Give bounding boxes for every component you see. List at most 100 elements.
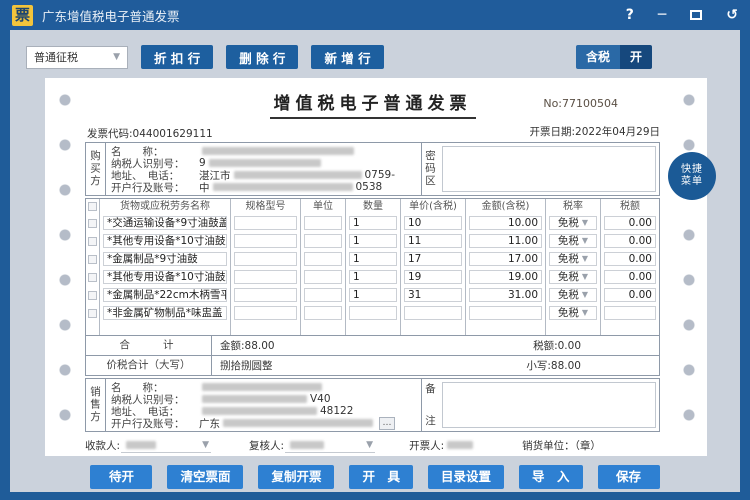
item-price-input[interactable]: 31 <box>404 288 462 302</box>
item-tax-input[interactable] <box>604 306 656 320</box>
clear-invoice-button[interactable]: 清空票面 <box>167 465 243 489</box>
chevron-down-icon: ▼ <box>366 440 373 450</box>
delete-row-button[interactable]: 删 除 行 <box>226 45 298 69</box>
reviewer-select[interactable]: ▼ <box>285 438 375 453</box>
item-spec-input[interactable] <box>234 252 297 266</box>
item-unit-input[interactable] <box>304 270 342 284</box>
item-price-input[interactable]: 19 <box>404 270 462 284</box>
item-amount-input[interactable]: 19.00 <box>469 270 542 284</box>
item-unit-input[interactable] <box>304 252 342 266</box>
restore-icon[interactable] <box>690 10 702 20</box>
browse-button[interactable]: … <box>379 417 395 430</box>
item-tax-input[interactable]: 0.00 <box>604 270 656 284</box>
item-spec-input[interactable] <box>234 288 297 302</box>
item-name-input[interactable]: *金属制品*22cm木柄雪平锅 <box>103 288 227 302</box>
item-spec-input[interactable] <box>234 306 297 320</box>
save-button[interactable]: 保存 <box>598 465 660 489</box>
tax-rate-select[interactable]: 免税▼ <box>549 252 597 266</box>
item-spec-input[interactable] <box>234 216 297 230</box>
item-unit-input[interactable] <box>304 216 342 230</box>
item-qty-input[interactable] <box>349 306 397 320</box>
item-qty-input[interactable]: 1 <box>349 216 397 230</box>
row-checkbox[interactable] <box>88 202 97 211</box>
item-tax-input[interactable]: 0.00 <box>604 288 656 302</box>
item-qty-input[interactable]: 1 <box>349 270 397 284</box>
row-checkbox[interactable] <box>88 237 97 246</box>
redacted-value <box>234 171 362 179</box>
tax-rate-select[interactable]: 免税▼ <box>549 216 597 230</box>
item-price-input[interactable]: 17 <box>404 252 462 266</box>
row-checkbox[interactable] <box>88 219 97 228</box>
item-unit-input[interactable] <box>304 306 342 320</box>
item-name-input[interactable]: *其他专用设备*10寸油鼓盖 <box>103 234 227 248</box>
payee-select[interactable]: ▼ <box>121 438 211 453</box>
item-amount-input[interactable]: 11.00 <box>469 234 542 248</box>
add-row-button[interactable]: 新 增 行 <box>311 45 383 69</box>
item-name-input[interactable]: *其他专用设备*10寸油鼓盖 <box>103 270 227 284</box>
seller-bank-field[interactable]: 开户行及账号： 广东 … <box>111 417 416 429</box>
total-tax: 税额:0.00 <box>533 338 581 353</box>
item-spec-input[interactable] <box>234 270 297 284</box>
catalog-settings-button[interactable]: 目录设置 <box>428 465 504 489</box>
item-price-input[interactable] <box>404 306 462 320</box>
item-amount-input[interactable]: 31.00 <box>469 288 542 302</box>
back-icon[interactable]: ↺ <box>726 7 738 23</box>
password-zone-box[interactable] <box>442 146 656 192</box>
tax-mode-select[interactable]: 普通征税 ▼ <box>26 46 128 69</box>
rate-column: 税率 免税▼ 免税▼ 免税▼ 免税▼ 免税▼ 免税▼ <box>546 199 601 335</box>
row-checkbox[interactable] <box>88 273 97 282</box>
item-price-input[interactable]: 10 <box>404 216 462 230</box>
redacted-value <box>223 419 373 427</box>
redacted-value <box>202 407 317 415</box>
item-tax-input[interactable]: 0.00 <box>604 216 656 230</box>
item-amount-input[interactable]: 17.00 <box>469 252 542 266</box>
invoice-date: 开票日期:2022年04月29日 <box>530 124 660 139</box>
item-unit-input[interactable] <box>304 288 342 302</box>
item-unit-input[interactable] <box>304 234 342 248</box>
remark-box[interactable] <box>442 382 656 428</box>
copy-invoice-button[interactable]: 复制开票 <box>258 465 334 489</box>
quick-menu-button[interactable]: 快捷 菜单 <box>668 152 716 200</box>
minimize-icon[interactable]: ─ <box>658 7 666 23</box>
chevron-down-icon: ▼ <box>582 289 588 301</box>
tax-rate-select[interactable]: 免税▼ <box>549 306 597 320</box>
tax-rate-select[interactable]: 免税▼ <box>549 288 597 302</box>
column-header: 税额 <box>601 199 659 214</box>
seller-unit-label: 销货单位：（章） <box>522 438 601 453</box>
tax-included-toggle[interactable]: 含税 开 <box>576 45 652 69</box>
window-controls: ? ─ ↺ <box>626 7 738 23</box>
item-tax-input[interactable]: 0.00 <box>604 252 656 266</box>
item-qty-input[interactable]: 1 <box>349 288 397 302</box>
item-qty-input[interactable]: 1 <box>349 252 397 266</box>
item-name-input[interactable]: *金属制品*9寸油鼓 <box>103 252 227 266</box>
redacted-value <box>209 159 321 167</box>
item-name-input[interactable]: *非金属矿物制品*味盅盖 <box>103 306 227 320</box>
total-row: 合 计 金额:88.00 税额:0.00 <box>86 335 659 355</box>
item-price-input[interactable]: 11 <box>404 234 462 248</box>
grand-total-row: 价税合计（大写） 捌拾捌圆整 小写:88.00 <box>86 355 659 375</box>
buyer-bank-field[interactable]: 开户行及账号： 中 0538 <box>111 181 416 193</box>
item-amount-input[interactable] <box>469 306 542 320</box>
item-amount-input[interactable]: 10.00 <box>469 216 542 230</box>
chevron-down-icon: ▼ <box>582 271 588 283</box>
column-header: 税率 <box>546 199 600 214</box>
app-window: 票 广东增值税电子普通发票 ? ─ ↺ 普通征税 ▼ 折 扣 行 删 除 行 新… <box>0 0 750 500</box>
pending-button[interactable]: 待开 <box>90 465 152 489</box>
row-checkbox[interactable] <box>88 255 97 264</box>
main-body: 普通征税 ▼ 折 扣 行 删 除 行 新 增 行 含税 开 快捷 菜单 增值税电 <box>10 30 740 492</box>
row-checkbox[interactable] <box>88 291 97 300</box>
item-tax-input[interactable]: 0.00 <box>604 234 656 248</box>
import-button[interactable]: 导 入 <box>519 465 583 489</box>
issue-button[interactable]: 开 具 <box>349 465 413 489</box>
unit-column: 单位 <box>301 199 346 335</box>
row-checkbox[interactable] <box>88 309 97 318</box>
payee-label: 收款人: <box>85 438 120 453</box>
grand-total-numeric: 小写:88.00 <box>526 358 581 373</box>
tax-rate-select[interactable]: 免税▼ <box>549 270 597 284</box>
discount-row-button[interactable]: 折 扣 行 <box>141 45 213 69</box>
item-qty-input[interactable]: 1 <box>349 234 397 248</box>
item-name-input[interactable]: *交通运输设备*9寸油鼓盖 <box>103 216 227 230</box>
help-icon[interactable]: ? <box>626 7 634 23</box>
item-spec-input[interactable] <box>234 234 297 248</box>
tax-rate-select[interactable]: 免税▼ <box>549 234 597 248</box>
